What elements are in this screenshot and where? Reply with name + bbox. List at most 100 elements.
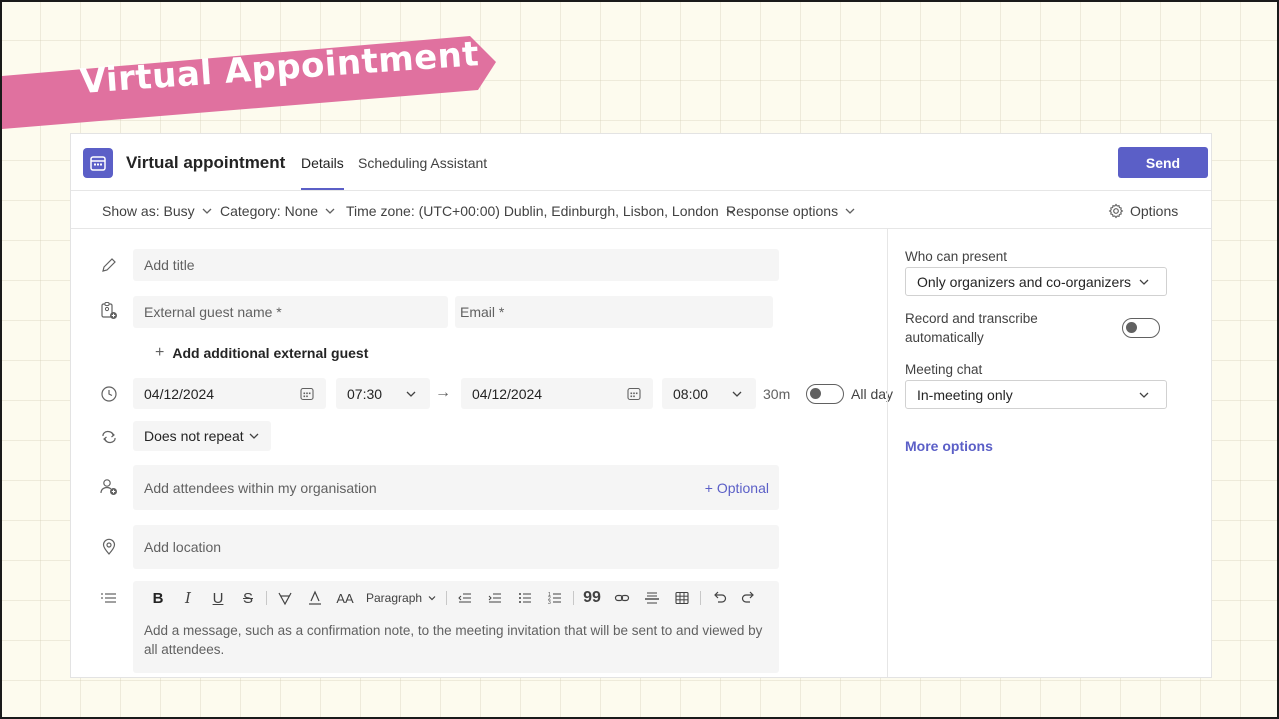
meeting-toolbar: Show as: Busy Category: None Time zone: … (71, 191, 1211, 229)
underline-icon[interactable]: U (203, 587, 233, 609)
clock-icon (101, 386, 117, 402)
tab-details[interactable]: Details (301, 155, 344, 190)
email-input[interactable]: Email * (455, 296, 773, 328)
options-button[interactable]: Options (1108, 203, 1178, 219)
meeting-options-panel: Who can present Only organizers and co-o… (887, 229, 1211, 677)
category-dropdown[interactable]: Category: None (220, 203, 336, 219)
time-zone-dropdown[interactable]: Time zone: (UTC+00:00) Dublin, Edinburgh… (346, 203, 737, 219)
chevron-down-icon (249, 433, 259, 439)
paragraph-style-dropdown[interactable]: Paragraph (360, 591, 443, 605)
chevron-down-icon (1139, 392, 1149, 398)
add-guest-label: Add additional external guest (172, 345, 369, 361)
who-can-present-value: Only organizers and co-organizers (917, 273, 1131, 290)
chevron-down-icon (202, 208, 212, 214)
repeat-icon (102, 430, 116, 444)
optional-attendees-link[interactable]: + Optional (705, 480, 769, 496)
end-date-picker[interactable]: 04/12/2024 (461, 378, 653, 409)
add-attendee-icon (100, 479, 117, 495)
who-can-present-label: Who can present (905, 249, 1008, 264)
font-size-icon[interactable]: AA (330, 587, 360, 609)
chevron-down-icon (1139, 279, 1149, 285)
paragraph-label: Paragraph (366, 591, 423, 605)
location-input[interactable]: Add location (133, 525, 779, 569)
page-title: Virtual appointment (126, 153, 286, 172)
attendees-placeholder: Add attendees within my organisation (144, 479, 377, 496)
decrease-indent-icon[interactable] (450, 587, 480, 609)
time-zone-label: Time zone: (UTC+00:00) Dublin, Edinburgh… (346, 203, 719, 219)
tab-scheduling-assistant[interactable]: Scheduling Assistant (358, 155, 487, 171)
table-icon[interactable] (667, 587, 697, 609)
location-pin-icon (102, 538, 116, 555)
increase-indent-icon[interactable] (480, 587, 510, 609)
banner: Virtual Appointment (2, 34, 502, 131)
chevron-down-icon (406, 391, 416, 397)
meeting-chat-value: In-meeting only (917, 386, 1013, 403)
quote-icon[interactable]: 99 (577, 587, 607, 609)
link-icon[interactable] (607, 587, 637, 609)
font-color-icon[interactable] (300, 587, 330, 609)
guest-name-placeholder: External guest name * (144, 304, 282, 320)
record-transcribe-toggle[interactable] (1122, 318, 1160, 338)
chevron-down-icon (428, 596, 436, 601)
duration-label: 30m (763, 386, 791, 402)
end-time-select[interactable]: 08:00 (662, 378, 756, 409)
response-options-label: Response options (726, 203, 839, 219)
text-lines-icon (101, 593, 116, 603)
show-as-label: Show as: Busy (102, 203, 195, 219)
guest-clipboard-icon (101, 302, 117, 319)
attendees-input[interactable]: Add attendees within my organisation + O… (133, 465, 779, 510)
numbered-list-icon[interactable]: 123 (540, 587, 570, 609)
italic-icon[interactable]: I (173, 587, 203, 609)
meeting-chat-select[interactable]: In-meeting only (905, 380, 1167, 409)
email-placeholder: Email * (460, 304, 505, 320)
bold-icon[interactable]: B (143, 587, 173, 609)
response-options-dropdown[interactable]: Response options (726, 203, 856, 219)
chevron-down-icon (845, 208, 855, 214)
options-label: Options (1130, 203, 1179, 219)
message-placeholder: Add a message, such as a confirmation no… (144, 623, 763, 657)
category-label: Category: None (220, 203, 319, 219)
location-placeholder: Add location (144, 539, 222, 555)
pencil-icon (102, 258, 116, 272)
gear-icon (1108, 203, 1124, 219)
appointment-window: Virtual appointment Details Scheduling A… (70, 133, 1212, 678)
title-placeholder: Add title (144, 257, 195, 273)
all-day-toggle[interactable] (806, 384, 844, 404)
plus-icon: + (155, 344, 165, 361)
who-can-present-select[interactable]: Only organizers and co-organizers (905, 267, 1167, 296)
show-as-dropdown[interactable]: Show as: Busy (102, 203, 213, 219)
highlight-icon[interactable] (270, 587, 300, 609)
strikethrough-icon[interactable]: S (233, 587, 263, 609)
bulleted-list-icon[interactable] (510, 587, 540, 609)
add-external-guest-button[interactable]: + Add additional external guest (155, 344, 368, 362)
arrow-right-icon: → (435, 384, 451, 401)
more-options-link[interactable]: More options (905, 438, 993, 454)
guest-name-input[interactable]: External guest name * (133, 296, 448, 328)
redo-icon[interactable] (734, 587, 764, 609)
chevron-down-icon (325, 208, 335, 214)
end-date-value: 04/12/2024 (472, 385, 543, 402)
send-button[interactable]: Send (1118, 147, 1208, 178)
horizontal-rule-icon[interactable] (637, 587, 667, 609)
toolbar-divider (700, 591, 702, 605)
start-time-value: 07:30 (347, 385, 383, 402)
chevron-down-icon (732, 391, 742, 397)
start-date-picker[interactable]: 04/12/2024 (133, 378, 326, 409)
toolbar-divider (573, 591, 575, 605)
title-input[interactable]: Add title (133, 249, 779, 281)
end-time-value: 08:00 (673, 385, 709, 402)
message-editor[interactable]: B I U S AA Paragraph 1 2 3 99 Add a mess… (133, 581, 779, 673)
header: Virtual appointment Details Scheduling A… (71, 134, 1211, 191)
repeat-dropdown[interactable]: Does not repeat (133, 421, 271, 451)
formatting-toolbar: B I U S AA Paragraph 1 2 3 99 (143, 587, 764, 609)
toolbar-divider (446, 591, 448, 605)
start-time-select[interactable]: 07:30 (336, 378, 430, 409)
undo-icon[interactable] (704, 587, 734, 609)
calendar-icon (83, 148, 113, 178)
record-transcribe-label: Record and transcribe automatically (905, 311, 1038, 345)
calendar-icon (300, 387, 314, 400)
calendar-icon (627, 387, 641, 400)
start-date-value: 04/12/2024 (144, 385, 215, 402)
repeat-value: Does not repeat (144, 428, 244, 444)
svg-text:3: 3 (548, 600, 551, 606)
